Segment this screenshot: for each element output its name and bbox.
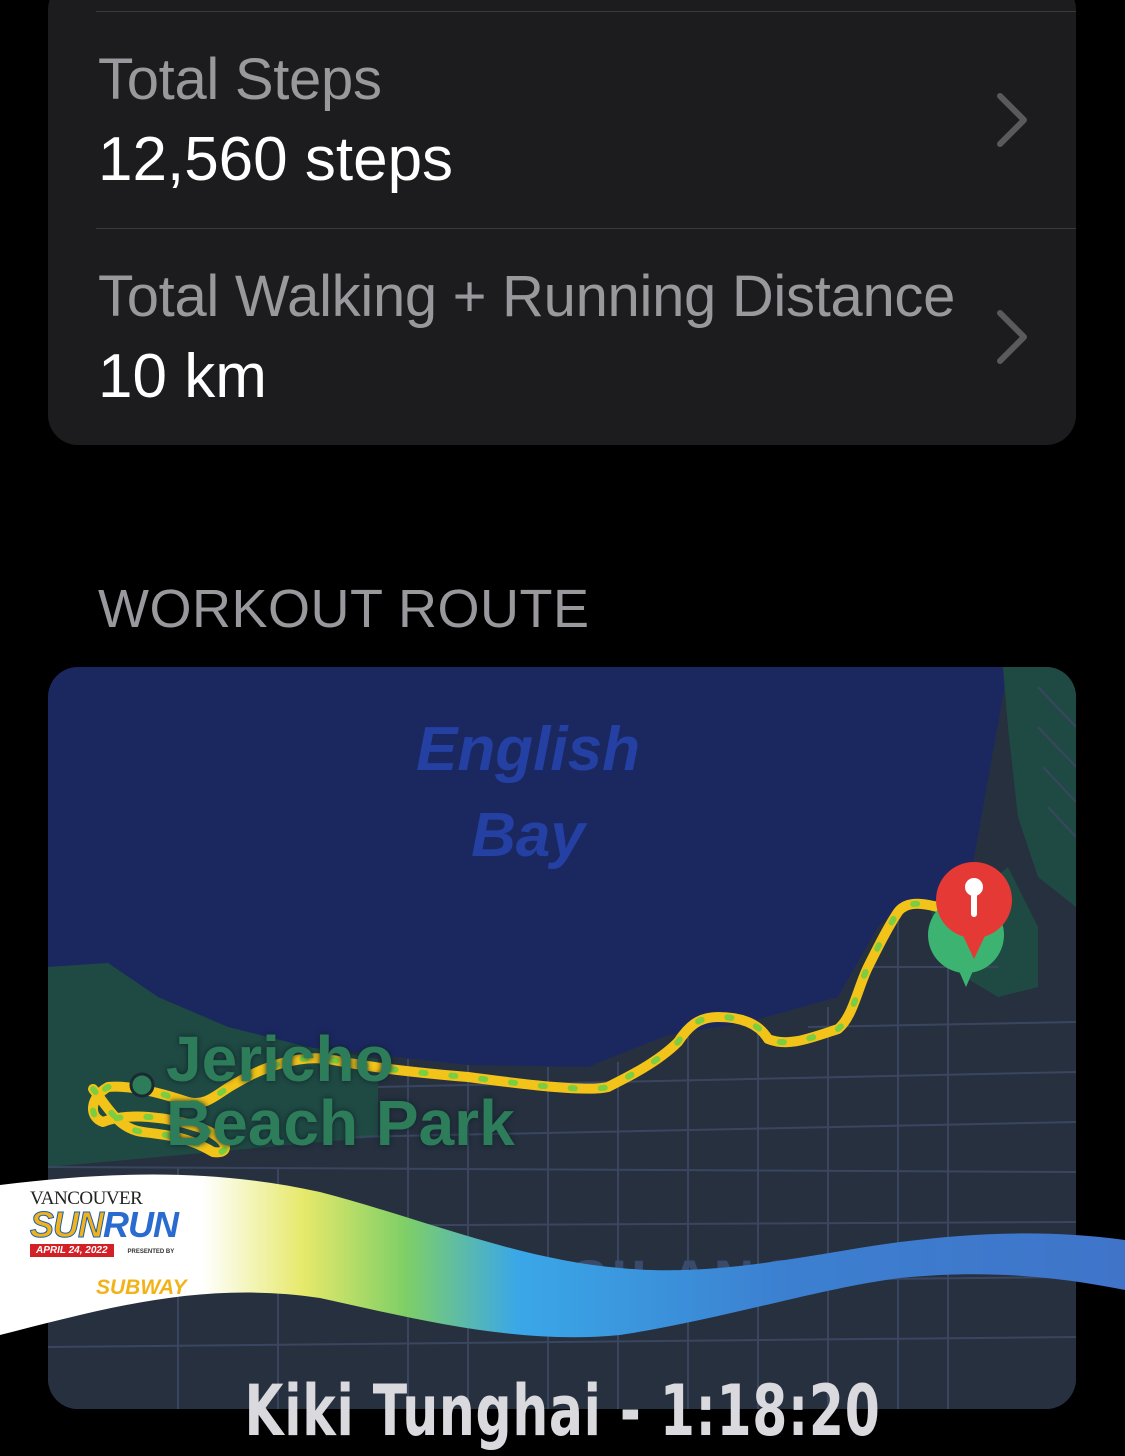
chevron-right-icon [997, 93, 1027, 147]
logo-presented-by: PRESENTED BY [127, 1249, 175, 1255]
total-distance-label: Total Walking + Running Distance [98, 264, 956, 329]
sun-run-logo: VANCOUVER SUNRUN APRIL 24, 2022 PRESENTED… [29, 1188, 240, 1300]
runner-caption: Kiki Tunghai - 1:18:20 [244, 1370, 881, 1452]
chevron-right-icon [997, 310, 1027, 364]
logo-sunrun: SUNRUN [29, 1204, 179, 1245]
park-label: Jericho Beach Park [166, 1023, 515, 1159]
total-steps-row[interactable]: Total Steps 12,560 steps [48, 12, 1076, 228]
water-label: English Bay [416, 715, 640, 870]
section-title-workout-route: WORKOUT ROUTE [98, 579, 590, 639]
total-steps-value: 12,560 steps [98, 125, 454, 194]
park-marker-icon [129, 1072, 155, 1098]
total-steps-label: Total Steps [98, 47, 382, 112]
logo-date: APRIL 24, 2022 [30, 1244, 114, 1257]
total-distance-value: 10 km [98, 342, 267, 411]
total-distance-row[interactable]: Total Walking + Running Distance 10 km [48, 229, 1076, 445]
summary-card: Total Steps 12,560 steps Total Walking +… [48, 0, 1076, 445]
sponsor-logo: SUBWAY [96, 1276, 187, 1299]
